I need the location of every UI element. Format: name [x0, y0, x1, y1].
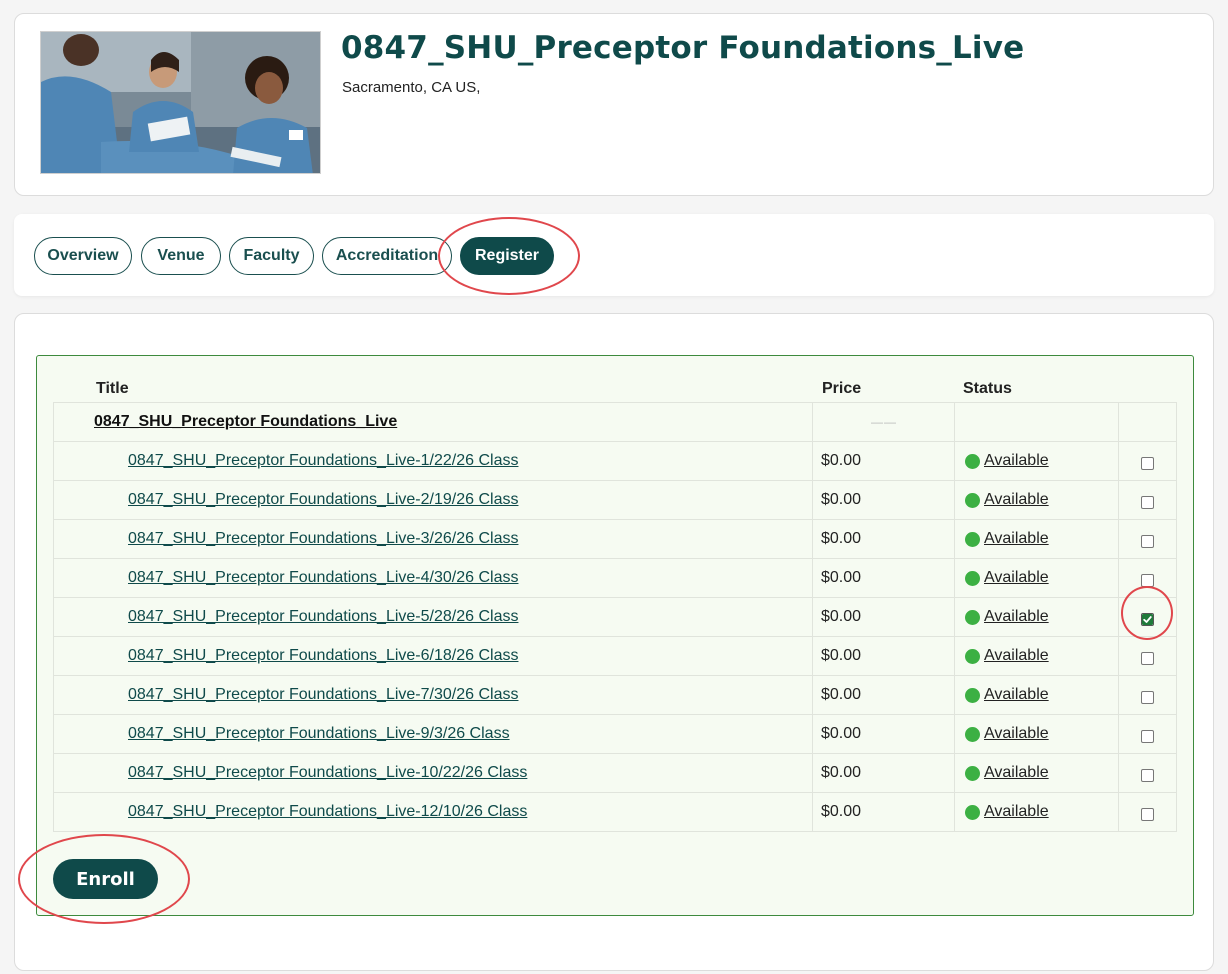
session-title-link[interactable]: 0847_SHU_Preceptor Foundations_Live-7/30…: [54, 686, 518, 704]
sessions-grid: 0847_SHU_Preceptor Foundations_Live —— 0…: [53, 402, 1177, 832]
parent-price: ——: [812, 403, 955, 441]
available-dot-icon: [965, 687, 980, 703]
table-row: 0847_SHU_Preceptor Foundations_Live-9/3/…: [53, 715, 1177, 754]
registration-card: Title Price Status 0847_SHU_Preceptor Fo…: [14, 313, 1214, 971]
status-label[interactable]: Available: [984, 608, 1049, 626]
course-hero-image: [40, 31, 321, 174]
status-label[interactable]: Available: [984, 686, 1049, 704]
session-select-checkbox[interactable]: [1141, 534, 1154, 548]
session-select-checkbox[interactable]: [1141, 495, 1154, 509]
session-status: Available: [954, 715, 1119, 753]
available-dot-icon: [965, 609, 980, 625]
session-title-link[interactable]: 0847_SHU_Preceptor Foundations_Live-9/3/…: [54, 725, 510, 743]
status-label[interactable]: Available: [984, 647, 1049, 665]
session-price: $0.00: [812, 715, 955, 753]
table-row: 0847_SHU_Preceptor Foundations_Live-4/30…: [53, 559, 1177, 598]
session-price: $0.00: [812, 442, 955, 480]
session-price: $0.00: [812, 754, 955, 792]
session-title-link[interactable]: 0847_SHU_Preceptor Foundations_Live-5/28…: [54, 608, 518, 626]
available-dot-icon: [965, 453, 980, 469]
session-status: Available: [954, 442, 1119, 480]
table-row: 0847_SHU_Preceptor Foundations_Live-7/30…: [53, 676, 1177, 715]
session-select-checkbox[interactable]: [1141, 807, 1154, 821]
tab-register[interactable]: Register: [460, 237, 554, 275]
status-label[interactable]: Available: [984, 491, 1049, 509]
session-status: Available: [954, 598, 1119, 636]
status-label[interactable]: Available: [984, 569, 1049, 587]
session-status: Available: [954, 754, 1119, 792]
status-label[interactable]: Available: [984, 725, 1049, 743]
session-title-link[interactable]: 0847_SHU_Preceptor Foundations_Live-1/22…: [54, 452, 518, 470]
session-price: $0.00: [812, 598, 955, 636]
session-status: Available: [954, 676, 1119, 714]
available-dot-icon: [965, 648, 980, 664]
parent-course-title: 0847_SHU_Preceptor Foundations_Live: [94, 413, 398, 430]
available-dot-icon: [965, 492, 980, 508]
header-status: Status: [963, 380, 1012, 397]
table-row: 0847_SHU_Preceptor Foundations_Live-5/28…: [53, 598, 1177, 637]
header-price: Price: [822, 380, 862, 397]
table-row: 0847_SHU_Preceptor Foundations_Live-12/1…: [53, 793, 1177, 832]
session-select-checkbox[interactable]: [1141, 456, 1154, 470]
session-title-link[interactable]: 0847_SHU_Preceptor Foundations_Live-3/26…: [54, 530, 518, 548]
session-price: $0.00: [812, 520, 955, 558]
session-title-link[interactable]: 0847_SHU_Preceptor Foundations_Live-6/18…: [54, 647, 518, 665]
session-status: Available: [954, 520, 1119, 558]
session-select-checkbox[interactable]: [1141, 690, 1154, 704]
checkmark-icon: [1142, 613, 1153, 625]
session-price: $0.00: [812, 676, 955, 714]
course-tabs-bar: Overview Venue Faculty Accreditation Reg…: [14, 214, 1214, 296]
session-title-link[interactable]: 0847_SHU_Preceptor Foundations_Live-2/19…: [54, 491, 518, 509]
tab-overview[interactable]: Overview: [34, 237, 132, 275]
available-dot-icon: [965, 804, 980, 820]
session-status: Available: [954, 559, 1119, 597]
course-header-card: 0847_SHU_Preceptor Foundations_Live Sacr…: [14, 13, 1214, 196]
course-title: 0847_SHU_Preceptor Foundations_Live: [341, 30, 1025, 66]
session-select-checkbox[interactable]: [1141, 651, 1154, 665]
available-dot-icon: [965, 765, 980, 781]
table-row: 0847_SHU_Preceptor Foundations_Live-10/2…: [53, 754, 1177, 793]
session-price: $0.00: [812, 637, 955, 675]
available-dot-icon: [965, 531, 980, 547]
available-dot-icon: [965, 726, 980, 742]
session-select-checkbox[interactable]: [1141, 729, 1154, 743]
session-title-link[interactable]: 0847_SHU_Preceptor Foundations_Live-12/1…: [54, 803, 527, 821]
session-price: $0.00: [812, 559, 955, 597]
table-row: 0847_SHU_Preceptor Foundations_Live-6/18…: [53, 637, 1177, 676]
session-select-checkbox[interactable]: [1141, 768, 1154, 782]
table-row-parent: 0847_SHU_Preceptor Foundations_Live ——: [53, 403, 1177, 442]
table-row: 0847_SHU_Preceptor Foundations_Live-2/19…: [53, 481, 1177, 520]
session-status: Available: [954, 637, 1119, 675]
session-title-link[interactable]: 0847_SHU_Preceptor Foundations_Live-10/2…: [54, 764, 527, 782]
session-price: $0.00: [812, 793, 955, 831]
header-title: Title: [96, 380, 129, 397]
status-label[interactable]: Available: [984, 452, 1049, 470]
status-label[interactable]: Available: [984, 803, 1049, 821]
tab-venue[interactable]: Venue: [141, 237, 221, 275]
enroll-button[interactable]: Enroll: [53, 859, 158, 899]
course-location: Sacramento, CA US,: [342, 79, 481, 96]
status-label[interactable]: Available: [984, 764, 1049, 782]
session-status: Available: [954, 481, 1119, 519]
session-select-checkbox[interactable]: [1141, 612, 1154, 626]
tab-accreditation[interactable]: Accreditation: [322, 237, 452, 275]
session-status: Available: [954, 793, 1119, 831]
available-dot-icon: [965, 570, 980, 586]
table-row: 0847_SHU_Preceptor Foundations_Live-3/26…: [53, 520, 1177, 559]
table-row: 0847_SHU_Preceptor Foundations_Live-1/22…: [53, 442, 1177, 481]
status-label[interactable]: Available: [984, 530, 1049, 548]
session-price: $0.00: [812, 481, 955, 519]
sessions-table: Title Price Status 0847_SHU_Preceptor Fo…: [36, 355, 1194, 916]
session-select-checkbox[interactable]: [1141, 573, 1154, 587]
tab-faculty[interactable]: Faculty: [229, 237, 314, 275]
session-title-link[interactable]: 0847_SHU_Preceptor Foundations_Live-4/30…: [54, 569, 518, 587]
